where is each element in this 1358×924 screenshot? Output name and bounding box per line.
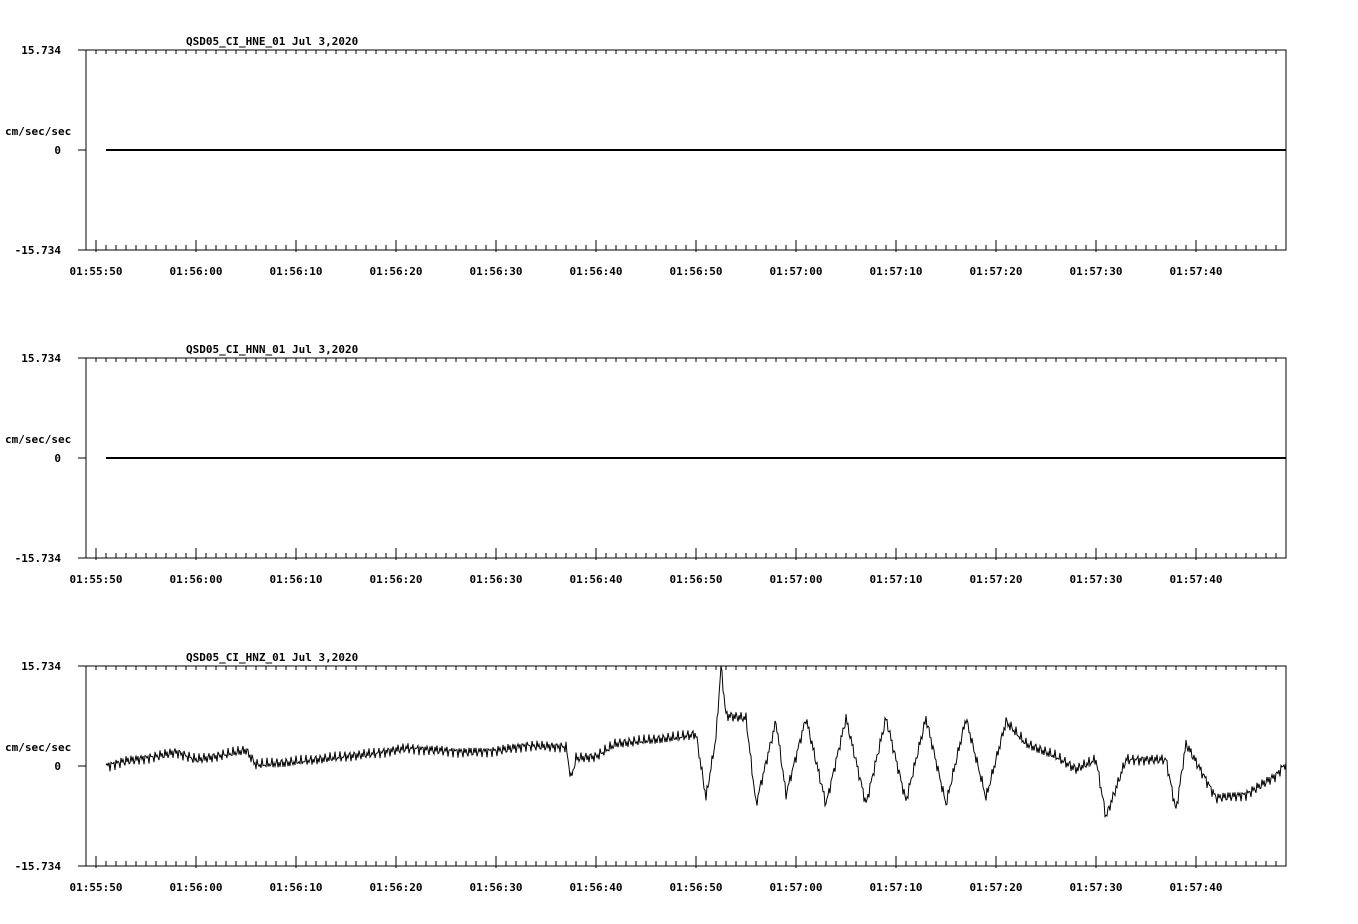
y-tick-label: 15.734 xyxy=(21,44,61,57)
x-tick-label: 01:56:30 xyxy=(470,881,523,894)
panel-1: QSD05_CI_HNE_01 Jul 3,2020 cm/sec/sec 15.7… xyxy=(5,35,1287,278)
x-tick-label: 01:57:10 xyxy=(870,881,923,894)
y-axis-label: cm/sec/sec xyxy=(5,433,71,446)
x-tick-label: 01:57:30 xyxy=(1070,573,1123,586)
x-tick-label: 01:57:00 xyxy=(770,573,823,586)
x-tick-label: 01:57:40 xyxy=(1170,265,1223,278)
x-tick-label: 01:56:50 xyxy=(670,573,723,586)
y-axis-label: cm/sec/sec xyxy=(5,741,71,754)
x-tick-label: 01:57:10 xyxy=(870,265,923,278)
seismogram-svg: QSD05_CI_HNE_01 Jul 3,2020 cm/sec/sec 15.7… xyxy=(5,35,1287,894)
chart-title: QSD05_CI_HNE_01 Jul 3,2020 xyxy=(186,35,358,48)
x-tick-label: 01:56:50 xyxy=(670,265,723,278)
x-tick-label: 01:57:20 xyxy=(970,573,1023,586)
y-tick-label: 15.734 xyxy=(21,660,61,673)
chart-title: QSD05_CI_HNZ_01 Jul 3,2020 xyxy=(186,651,358,664)
x-tick-label: 01:55:50 xyxy=(70,881,123,894)
x-tick-label: 01:56:10 xyxy=(270,881,323,894)
seismogram-figure: QSD05_CI_HNE_01 Jul 3,2020 cm/sec/sec 15.7… xyxy=(0,0,1358,924)
x-tick-label: 01:55:50 xyxy=(70,573,123,586)
x-tick-label: 01:56:40 xyxy=(570,265,623,278)
y-tick-label: -15.734 xyxy=(15,552,62,565)
x-tick-label: 01:56:00 xyxy=(170,265,223,278)
x-tick-label: 01:56:30 xyxy=(470,573,523,586)
x-tick-label: 01:56:20 xyxy=(370,881,423,894)
waveform-trace xyxy=(105,665,1287,818)
x-tick-label: 01:56:20 xyxy=(370,573,423,586)
x-tick-label: 01:56:40 xyxy=(570,881,623,894)
x-tick-label: 01:57:40 xyxy=(1170,881,1223,894)
x-tick-label: 01:57:30 xyxy=(1070,265,1123,278)
chart-title: QSD05_CI_HNN_01 Jul 3,2020 xyxy=(186,343,358,356)
panel-2: QSD05_CI_HNN_01 Jul 3,2020 cm/sec/sec 15.7… xyxy=(5,343,1287,586)
x-tick-label: 01:57:20 xyxy=(970,881,1023,894)
x-tick-label: 01:56:00 xyxy=(170,881,223,894)
panel-3: QSD05_CI_HNZ_01 Jul 3,2020 cm/sec/sec 15.7… xyxy=(5,651,1287,894)
y-tick-label: 0 xyxy=(54,144,61,157)
x-tick-label: 01:57:20 xyxy=(970,265,1023,278)
y-tick-label: -15.734 xyxy=(15,860,62,873)
x-tick-label: 01:56:40 xyxy=(570,573,623,586)
x-tick-label: 01:56:00 xyxy=(170,573,223,586)
y-tick-label: 0 xyxy=(54,760,61,773)
x-tick-label: 01:57:40 xyxy=(1170,573,1223,586)
y-axis-label: cm/sec/sec xyxy=(5,125,71,138)
x-tick-label: 01:57:30 xyxy=(1070,881,1123,894)
x-tick-label: 01:57:10 xyxy=(870,573,923,586)
x-tick-label: 01:56:50 xyxy=(670,881,723,894)
y-tick-label: 0 xyxy=(54,452,61,465)
x-tick-label: 01:56:20 xyxy=(370,265,423,278)
x-tick-label: 01:57:00 xyxy=(770,265,823,278)
x-tick-label: 01:55:50 xyxy=(70,265,123,278)
y-tick-label: -15.734 xyxy=(15,244,62,257)
x-tick-label: 01:56:30 xyxy=(470,265,523,278)
y-tick-label: 15.734 xyxy=(21,352,61,365)
x-tick-label: 01:56:10 xyxy=(270,573,323,586)
x-tick-label: 01:56:10 xyxy=(270,265,323,278)
x-tick-label: 01:57:00 xyxy=(770,881,823,894)
